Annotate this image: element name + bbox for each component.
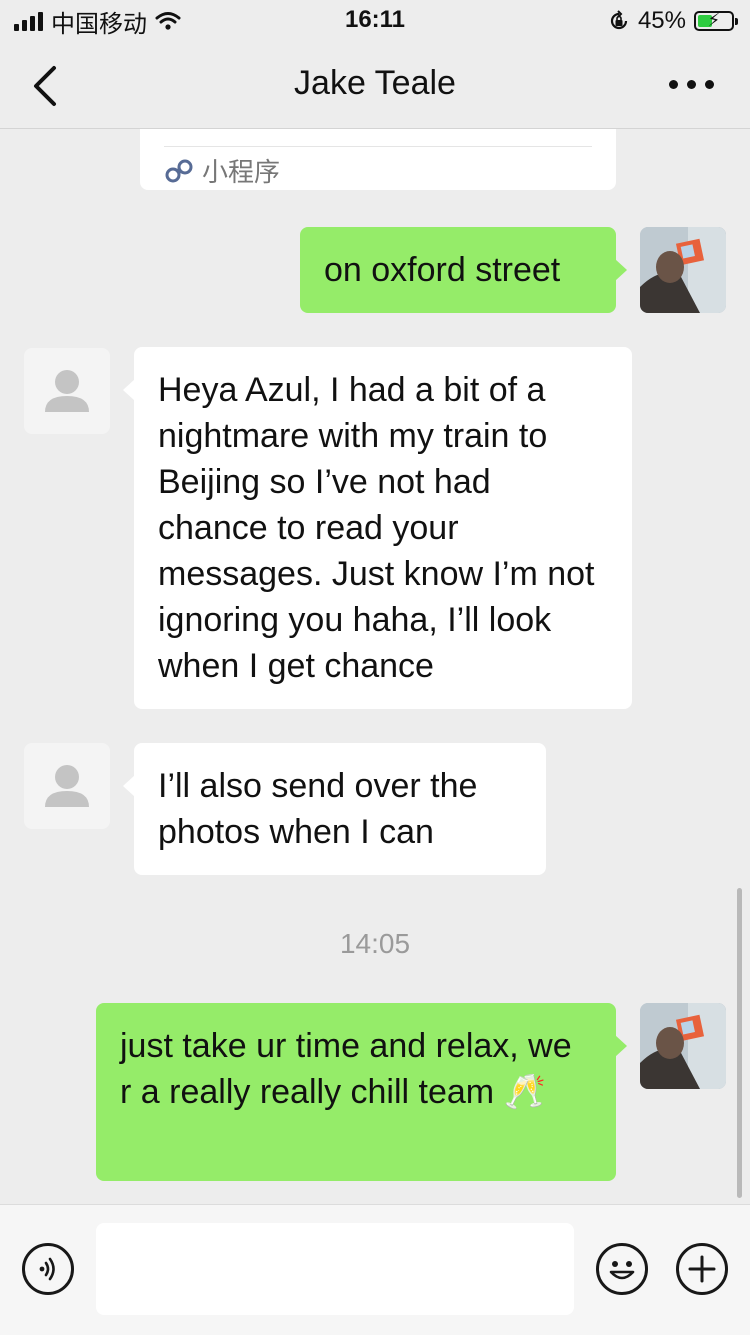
my-avatar[interactable] (640, 1003, 726, 1089)
mini-program-card[interactable]: 小程序 (140, 128, 616, 190)
my-avatar[interactable] (640, 227, 726, 313)
message-text: I’ll also send over the photos when I ca… (158, 767, 478, 851)
message-input[interactable] (96, 1223, 574, 1315)
input-bar (0, 1204, 750, 1335)
message-text: on oxford street (324, 251, 561, 289)
message-bubble-incoming[interactable]: I’ll also send over the photos when I ca… (123, 743, 546, 875)
plus-icon[interactable] (676, 1243, 728, 1295)
scrollbar[interactable] (737, 888, 742, 1198)
message-text: Heya Azul, I had a bit of a nightmare wi… (158, 371, 595, 685)
mini-program-link-icon (165, 159, 193, 182)
mini-program-row: 小程序 (164, 152, 280, 189)
battery-icon: ⚡ (694, 10, 738, 31)
orientation-lock-icon (610, 10, 628, 30)
emoji-icon[interactable] (596, 1243, 648, 1295)
message-text: just take ur time and relax, we r a real… (120, 1027, 572, 1111)
mini-program-label: 小程序 (202, 157, 281, 187)
default-avatar-icon (45, 765, 89, 807)
profile-photo (640, 227, 726, 313)
default-avatar-icon (45, 370, 89, 412)
profile-photo (640, 1003, 726, 1089)
card-divider (164, 146, 592, 147)
message-bubble-outgoing[interactable]: on oxford street (300, 227, 627, 313)
nav-bar: Jake Teale (0, 44, 750, 129)
chat-title: Jake Teale (294, 64, 456, 102)
status-bar: 中国移动 16:11 45% ⚡ (0, 0, 750, 44)
message-bubble-incoming[interactable]: Heya Azul, I had a bit of a nightmare wi… (123, 347, 632, 709)
message-timestamp: 14:05 (339, 928, 411, 959)
voice-icon[interactable] (22, 1243, 74, 1295)
more-dots-icon[interactable] (669, 80, 714, 89)
message-list[interactable]: 小程序 on oxford street Heya Azul, I had a … (0, 128, 750, 1204)
message-bubble-outgoing[interactable]: just take ur time and relax, we r a real… (96, 1003, 627, 1181)
contact-avatar[interactable] (24, 348, 110, 434)
contact-avatar[interactable] (24, 743, 110, 829)
battery-percent: 45% (637, 7, 686, 34)
battery-area: 45% ⚡ (608, 6, 738, 36)
